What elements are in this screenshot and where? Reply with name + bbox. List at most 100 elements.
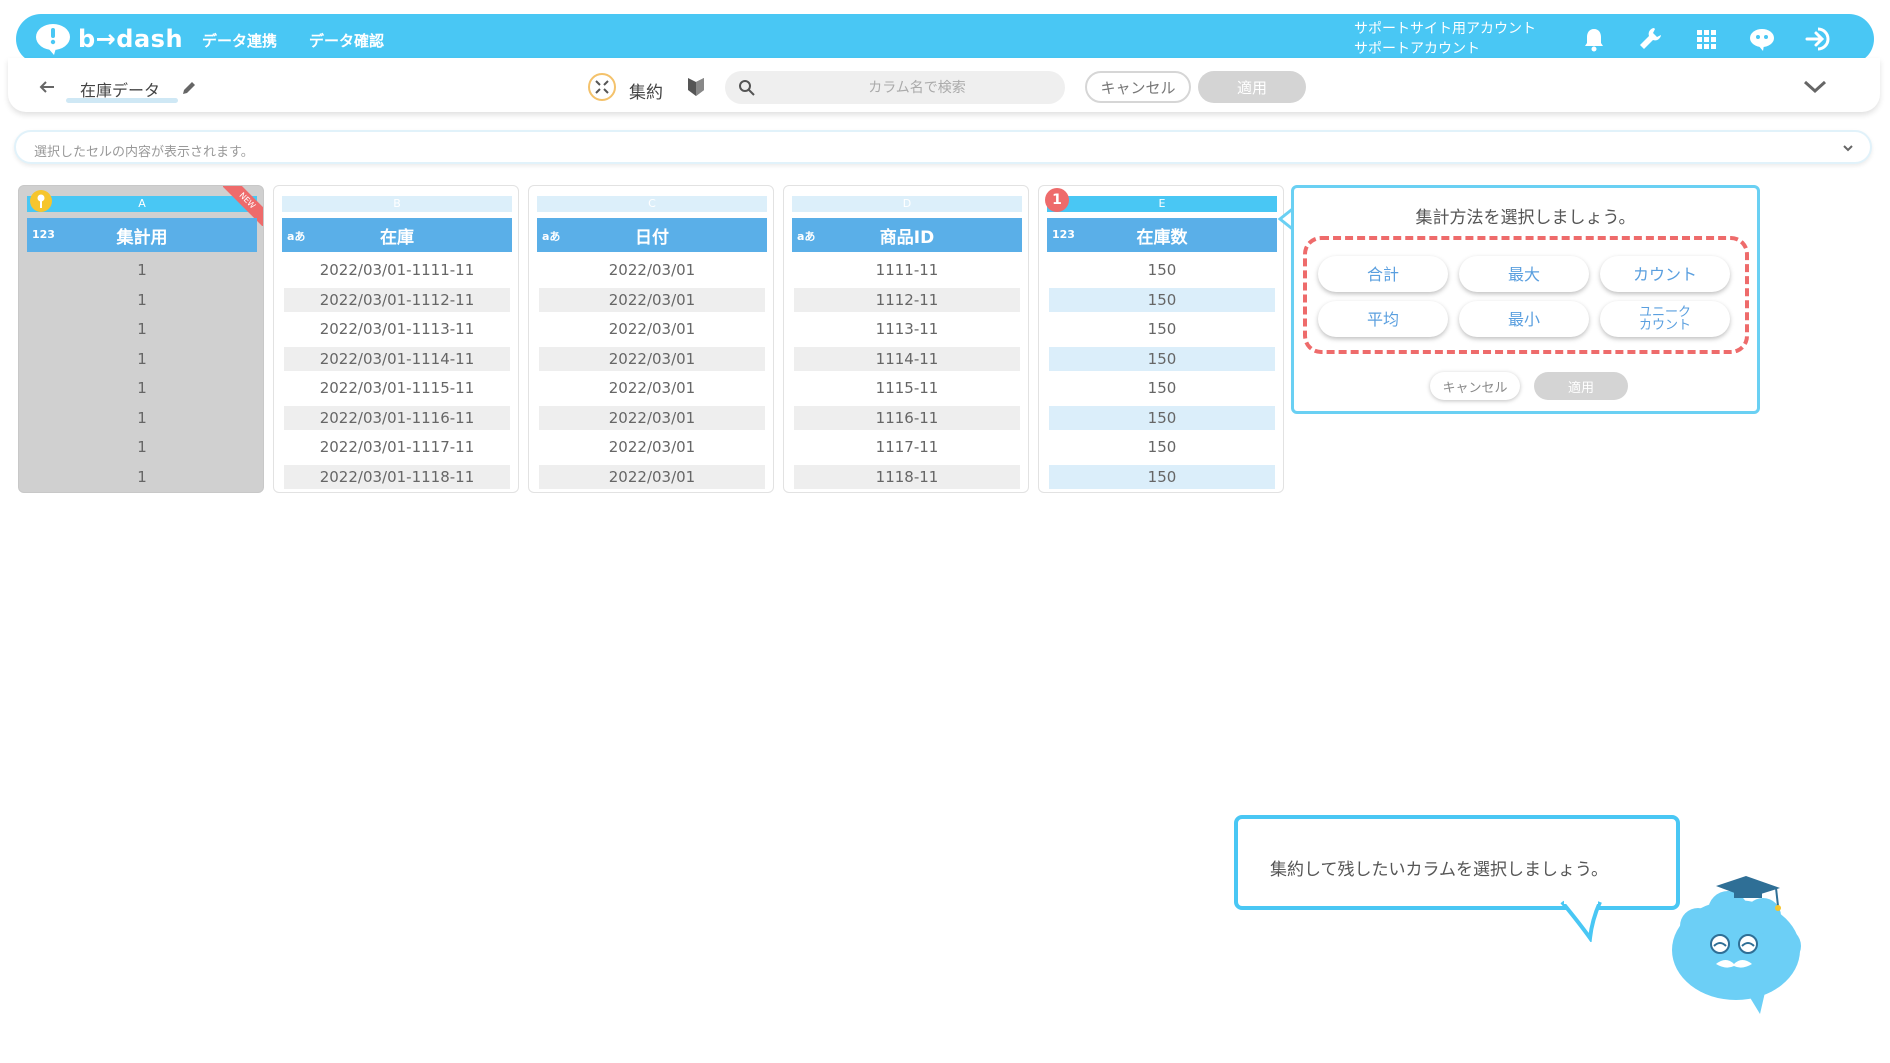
beginner-mark-icon[interactable] bbox=[686, 76, 706, 98]
chevron-down-icon[interactable] bbox=[1840, 140, 1856, 156]
table-cell[interactable]: 150 bbox=[1049, 465, 1275, 489]
pencil-icon[interactable] bbox=[180, 79, 198, 97]
average-button[interactable]: 平均 bbox=[1318, 301, 1448, 337]
account-name: サポートアカウント bbox=[1354, 41, 1480, 57]
table-cell[interactable]: 1111-11 bbox=[794, 258, 1020, 282]
popup-apply-button[interactable]: 適用 bbox=[1534, 372, 1628, 400]
column-letter: B bbox=[282, 196, 512, 212]
bell-icon[interactable] bbox=[1580, 25, 1608, 53]
mascot-brain-character bbox=[1672, 876, 1801, 1014]
table-cell[interactable]: 1112-11 bbox=[794, 288, 1020, 312]
table-cell[interactable]: 1 bbox=[29, 288, 255, 312]
guide-message: 集約して残したいカラムを選択しましょう。 bbox=[1270, 860, 1608, 880]
account-info[interactable]: サポートサイト用アカウント サポートアカウント bbox=[1354, 19, 1536, 59]
column-name: 商品ID bbox=[879, 227, 935, 248]
type-tag-numeric: 123 bbox=[32, 228, 55, 241]
table-cell[interactable]: 150 bbox=[1049, 317, 1275, 341]
account-site-label: サポートサイト用アカウント bbox=[1354, 21, 1536, 37]
table-cell[interactable]: 2022/03/01-1114-11 bbox=[284, 347, 510, 371]
table-cell[interactable]: 2022/03/01 bbox=[539, 435, 765, 459]
type-tag-numeric: 123 bbox=[1052, 228, 1075, 241]
column-letter: D bbox=[792, 196, 1022, 212]
column-name: 在庫 bbox=[380, 227, 414, 248]
table-cell[interactable]: 2022/03/01 bbox=[539, 406, 765, 430]
table-cell[interactable]: 150 bbox=[1049, 406, 1275, 430]
table-cell[interactable]: 1 bbox=[29, 347, 255, 371]
toolbar-cancel-button[interactable]: キャンセル bbox=[1085, 71, 1191, 103]
column-header[interactable]: 123 在庫数 bbox=[1047, 218, 1277, 252]
toolbar-apply-button[interactable]: 適用 bbox=[1198, 71, 1306, 103]
grid-icon[interactable] bbox=[1692, 25, 1720, 53]
table-cell[interactable]: 150 bbox=[1049, 258, 1275, 282]
table-cell[interactable]: 2022/03/01 bbox=[539, 258, 765, 282]
table-cell[interactable]: 2022/03/01-1113-11 bbox=[284, 317, 510, 341]
table-cell[interactable]: 1114-11 bbox=[794, 347, 1020, 371]
nav-data-integration[interactable]: データ連携 bbox=[202, 30, 277, 51]
table-cell[interactable]: 150 bbox=[1049, 376, 1275, 400]
column-header[interactable]: aあ 日付 bbox=[537, 218, 767, 252]
column-name: 日付 bbox=[635, 227, 669, 248]
type-tag-text: aあ bbox=[542, 230, 561, 243]
column-e[interactable]: E 1 123 在庫数 150 150 150 150 150 150 150 … bbox=[1038, 185, 1284, 493]
table-cell[interactable]: 1115-11 bbox=[794, 376, 1020, 400]
wrench-icon[interactable] bbox=[1636, 25, 1664, 53]
table-cell[interactable]: 1 bbox=[29, 258, 255, 282]
column-header[interactable]: aあ 商品ID bbox=[792, 218, 1022, 252]
table-cell[interactable]: 2022/03/01-1116-11 bbox=[284, 406, 510, 430]
guide-speech-bubble: 集約して残したいカラムを選択しましょう。 bbox=[1234, 815, 1680, 910]
speech-bubble-tail bbox=[1560, 900, 1602, 942]
search-icon bbox=[739, 80, 755, 96]
table-cell[interactable]: 1 bbox=[29, 406, 255, 430]
popup-title: 集計方法を選択しましょう。 bbox=[1415, 208, 1636, 228]
table-cell[interactable]: 1 bbox=[29, 376, 255, 400]
popup-cancel-button[interactable]: キャンセル bbox=[1430, 372, 1520, 400]
top-navigation-bar: b→dash データ連携 データ確認 サポートサイト用アカウント サポートアカウ… bbox=[16, 14, 1874, 64]
column-search-input[interactable] bbox=[725, 71, 1065, 104]
column-d[interactable]: D aあ 商品ID 1111-11 1112-11 1113-11 1114-1… bbox=[783, 185, 1029, 493]
selected-cell-placeholder: 選択したセルの内容が表示されます。 bbox=[34, 145, 254, 160]
unique-count-button[interactable]: ユニーク カウント bbox=[1600, 301, 1730, 337]
table-cell[interactable]: 2022/03/01 bbox=[539, 347, 765, 371]
selected-badge: 1 bbox=[1045, 188, 1069, 212]
table-cell[interactable]: 2022/03/01 bbox=[539, 376, 765, 400]
chevron-down-icon[interactable] bbox=[1802, 76, 1828, 98]
table-cell[interactable]: 150 bbox=[1049, 288, 1275, 312]
table-cell[interactable]: 2022/03/01-1117-11 bbox=[284, 435, 510, 459]
logo[interactable]: b→dash bbox=[34, 22, 183, 56]
column-c[interactable]: C aあ 日付 2022/03/01 2022/03/01 2022/03/01… bbox=[528, 185, 774, 493]
type-tag-text: aあ bbox=[287, 230, 306, 243]
table-cell[interactable]: 1118-11 bbox=[794, 465, 1020, 489]
table-cell[interactable]: 2022/03/01 bbox=[539, 288, 765, 312]
table-cell[interactable]: 2022/03/01 bbox=[539, 317, 765, 341]
min-button[interactable]: 最小 bbox=[1459, 301, 1589, 337]
max-button[interactable]: 最大 bbox=[1459, 256, 1589, 292]
column-header[interactable]: 123 集計用 bbox=[27, 218, 257, 252]
sum-button[interactable]: 合計 bbox=[1318, 256, 1448, 292]
table-cell[interactable]: 1 bbox=[29, 435, 255, 459]
table-cell[interactable]: 2022/03/01 bbox=[539, 465, 765, 489]
back-arrow-icon[interactable] bbox=[38, 78, 56, 96]
column-b[interactable]: B aあ 在庫 2022/03/01-1111-11 2022/03/01-11… bbox=[273, 185, 519, 493]
logout-icon[interactable] bbox=[1804, 25, 1832, 53]
table-cell[interactable]: 2022/03/01-1111-11 bbox=[284, 258, 510, 282]
table-cell[interactable]: 1 bbox=[29, 317, 255, 341]
type-tag-text: aあ bbox=[797, 230, 816, 243]
table-cell[interactable]: 2022/03/01-1118-11 bbox=[284, 465, 510, 489]
table-cell[interactable]: 1113-11 bbox=[794, 317, 1020, 341]
count-button[interactable]: カウント bbox=[1600, 256, 1730, 292]
table-cell[interactable]: 1117-11 bbox=[794, 435, 1020, 459]
aggregate-icon bbox=[588, 73, 616, 101]
nav-data-check[interactable]: データ確認 bbox=[309, 30, 384, 51]
selected-cell-display[interactable]: 選択したセルの内容が表示されます。 bbox=[14, 130, 1872, 164]
table-cell[interactable]: 1116-11 bbox=[794, 406, 1020, 430]
chat-bot-icon[interactable] bbox=[1748, 25, 1776, 53]
table-cell[interactable]: 2022/03/01-1112-11 bbox=[284, 288, 510, 312]
table-cell[interactable]: 2022/03/01-1115-11 bbox=[284, 376, 510, 400]
logo-text: b→dash bbox=[78, 25, 184, 53]
table-cell[interactable]: 150 bbox=[1049, 347, 1275, 371]
table-cell[interactable]: 1 bbox=[29, 465, 255, 489]
table-cell[interactable]: 150 bbox=[1049, 435, 1275, 459]
column-header[interactable]: aあ 在庫 bbox=[282, 218, 512, 252]
logo-brain-icon bbox=[36, 24, 70, 55]
column-a[interactable]: A NEW 123 集計用 1 1 1 1 1 1 1 1 bbox=[18, 185, 264, 493]
